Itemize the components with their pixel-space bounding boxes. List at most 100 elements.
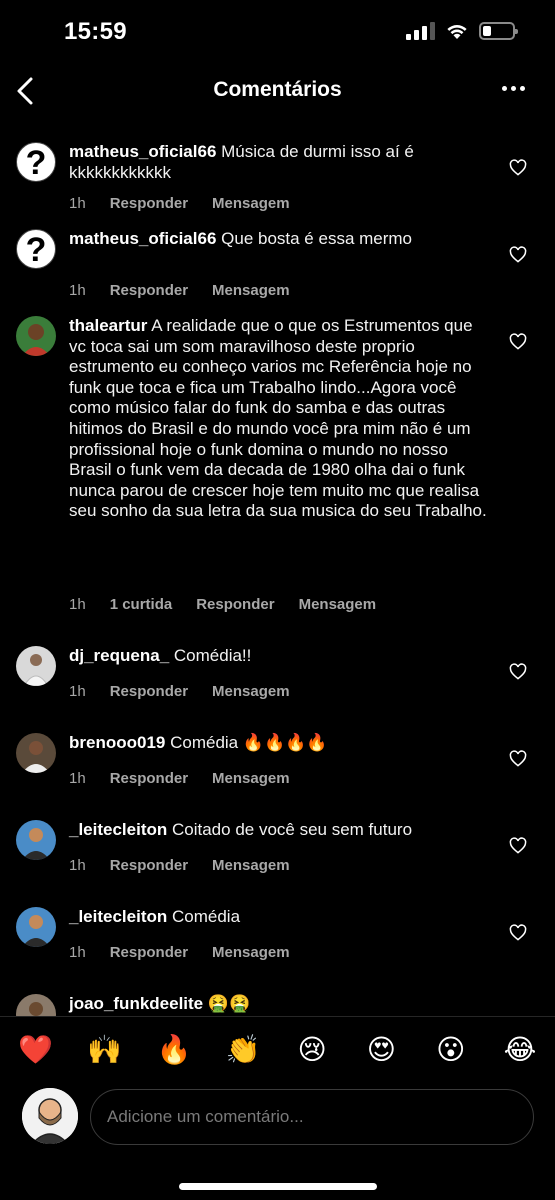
- avatar[interactable]: [16, 733, 56, 773]
- comment-body: _leitecleiton Comédia: [69, 907, 489, 928]
- comment-actions: 1h Responder Mensagem: [69, 195, 290, 212]
- comment-text: 🤮🤮: [207, 994, 251, 1013]
- emoji-raised-hands[interactable]: 🙌: [87, 1035, 122, 1064]
- message-button[interactable]: Mensagem: [212, 282, 290, 299]
- heart-icon[interactable]: [509, 924, 527, 941]
- reply-button[interactable]: Responder: [110, 770, 188, 787]
- avatar[interactable]: ?: [16, 142, 56, 182]
- comment-body: joao_funkdeelite 🤮🤮: [69, 994, 489, 1015]
- emoji-fire[interactable]: 🔥: [157, 1035, 192, 1064]
- comment-item: _leitecleiton Coitado de você seu sem fu…: [0, 808, 555, 895]
- comment-text: Comédia 🔥🔥🔥🔥: [170, 733, 328, 752]
- comment-body: matheus_oficial66 Que bosta é essa mermo: [69, 229, 489, 250]
- heart-icon[interactable]: [509, 333, 527, 350]
- comment-body: _leitecleiton Coitado de você seu sem fu…: [69, 820, 489, 841]
- emoji-crying[interactable]: 😢: [295, 1035, 329, 1064]
- reply-button[interactable]: Responder: [110, 282, 188, 299]
- comment-text: Coitado de você seu sem futuro: [172, 820, 413, 839]
- comment-actions: 1h Responder Mensagem: [69, 944, 290, 961]
- my-avatar[interactable]: [22, 1088, 78, 1144]
- comment-item: _leitecleiton Comédia 1h Responder Mensa…: [0, 895, 555, 982]
- comments-list[interactable]: ? matheus_oficial66 Música de durmi isso…: [0, 130, 555, 1016]
- avatar[interactable]: [16, 646, 56, 686]
- more-options-button[interactable]: [502, 86, 525, 91]
- header: Comentários: [0, 66, 555, 116]
- status-time: 15:59: [64, 18, 127, 45]
- comment-item: dj_requena_ Comédia!! 1h Responder Mensa…: [0, 634, 555, 721]
- emoji-clap[interactable]: 👏: [226, 1035, 261, 1064]
- emoji-heart-eyes[interactable]: 😍: [364, 1035, 398, 1064]
- message-button[interactable]: Mensagem: [299, 596, 377, 613]
- comment-input[interactable]: [90, 1089, 534, 1145]
- comment-text: Comédia!!: [173, 646, 252, 665]
- comment-username[interactable]: brenooo019: [69, 733, 165, 752]
- reply-button[interactable]: Responder: [196, 596, 274, 613]
- comment-body: matheus_oficial66 Música de durmi isso a…: [69, 142, 489, 183]
- comment-actions: 1h Responder Mensagem: [69, 857, 290, 874]
- heart-icon[interactable]: [509, 159, 527, 176]
- reply-button[interactable]: Responder: [110, 195, 188, 212]
- emoji-bar: ❤️ 🙌 🔥 👏 😢 😍 😮 😂: [0, 1016, 555, 1082]
- likes-count[interactable]: 1 curtida: [110, 596, 173, 613]
- comment-time: 1h: [69, 857, 86, 874]
- status-icons: [406, 22, 518, 40]
- question-mark-icon: ?: [25, 144, 47, 182]
- comment-item: ? matheus_oficial66 Que bosta é essa mer…: [0, 217, 555, 304]
- comment-time: 1h: [69, 683, 86, 700]
- heart-icon[interactable]: [509, 246, 527, 263]
- comment-text: A realidade que o que os Estrumentos que…: [69, 316, 487, 521]
- emoji-laughing[interactable]: 😂: [503, 1035, 537, 1064]
- reply-button[interactable]: Responder: [110, 857, 188, 874]
- message-button[interactable]: Mensagem: [212, 683, 290, 700]
- heart-icon[interactable]: [509, 837, 527, 854]
- comment-item: joao_funkdeelite 🤮🤮: [0, 982, 555, 1016]
- comment-body: brenooo019 Comédia 🔥🔥🔥🔥: [69, 733, 489, 754]
- comment-username[interactable]: joao_funkdeelite: [69, 994, 203, 1013]
- emoji-surprised[interactable]: 😮: [434, 1035, 468, 1064]
- emoji-heart[interactable]: ❤️: [18, 1035, 53, 1064]
- comment-time: 1h: [69, 282, 86, 299]
- comment-username[interactable]: _leitecleiton: [69, 820, 167, 839]
- comment-username[interactable]: dj_requena_: [69, 646, 169, 665]
- comment-username[interactable]: thaleartur: [69, 316, 147, 335]
- reply-button[interactable]: Responder: [110, 683, 188, 700]
- comment-actions: 1h Responder Mensagem: [69, 282, 290, 299]
- cellular-signal-icon: [406, 22, 435, 40]
- avatar[interactable]: [16, 316, 56, 356]
- avatar[interactable]: [16, 820, 56, 860]
- comment-actions: 1h 1 curtida Responder Mensagem: [69, 596, 376, 613]
- comment-body: thaleartur A realidade que o que os Estr…: [69, 316, 489, 522]
- question-mark-icon: ?: [25, 231, 47, 269]
- comment-time: 1h: [69, 770, 86, 787]
- comment-time: 1h: [69, 596, 86, 613]
- avatar[interactable]: [16, 907, 56, 947]
- heart-icon[interactable]: [509, 750, 527, 767]
- comment-text: Comédia: [172, 907, 241, 926]
- page-title: Comentários: [213, 78, 342, 101]
- comment-actions: 1h Responder Mensagem: [69, 770, 290, 787]
- status-bar: 15:59: [0, 0, 555, 66]
- message-button[interactable]: Mensagem: [212, 195, 290, 212]
- message-button[interactable]: Mensagem: [212, 944, 290, 961]
- heart-icon[interactable]: [509, 663, 527, 680]
- avatar[interactable]: ?: [16, 229, 56, 269]
- comment-item: brenooo019 Comédia 🔥🔥🔥🔥 1h Responder Men…: [0, 721, 555, 808]
- battery-icon: [479, 22, 518, 40]
- comment-body: dj_requena_ Comédia!!: [69, 646, 489, 667]
- comment-composer: [0, 1086, 555, 1148]
- comment-item: thaleartur A realidade que o que os Estr…: [0, 304, 555, 634]
- comment-time: 1h: [69, 195, 86, 212]
- wifi-icon: [447, 25, 467, 39]
- comment-text: Que bosta é essa mermo: [221, 229, 413, 248]
- reply-button[interactable]: Responder: [110, 944, 188, 961]
- comment-username[interactable]: matheus_oficial66: [69, 229, 216, 248]
- message-button[interactable]: Mensagem: [212, 857, 290, 874]
- comment-item: ? matheus_oficial66 Música de durmi isso…: [0, 130, 555, 217]
- home-indicator[interactable]: [179, 1183, 377, 1190]
- comment-time: 1h: [69, 944, 86, 961]
- comment-username[interactable]: _leitecleiton: [69, 907, 167, 926]
- avatar[interactable]: [16, 994, 56, 1016]
- comment-username[interactable]: matheus_oficial66: [69, 142, 216, 161]
- message-button[interactable]: Mensagem: [212, 770, 290, 787]
- comment-actions: 1h Responder Mensagem: [69, 683, 290, 700]
